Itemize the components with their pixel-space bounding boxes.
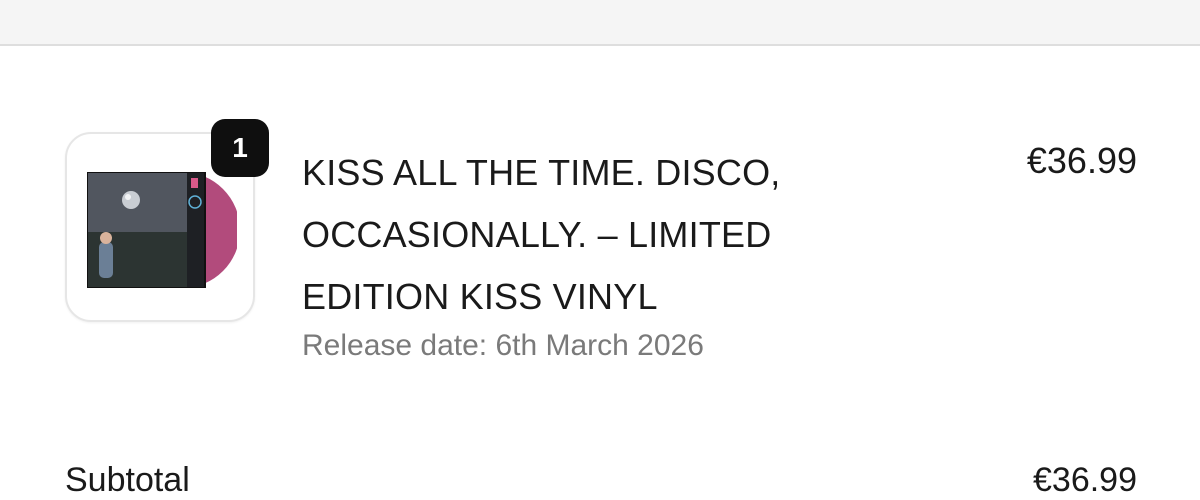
subtotal-label: Subtotal (65, 461, 190, 499)
vinyl-album-cover-image (87, 172, 237, 288)
item-price: €36.99 (1026, 140, 1137, 181)
subtotal-value: €36.99 (1033, 461, 1137, 499)
disco-ball-icon (122, 191, 140, 209)
person-figure (99, 242, 113, 278)
product-title[interactable]: KISS ALL THE TIME. DISCO, OCCASIONALLY. … (302, 142, 902, 328)
album-side-strip (187, 172, 205, 288)
product-title-line-3: EDITION KISS VINYL (302, 276, 658, 317)
release-date: Release date: 6th March 2026 (302, 329, 704, 362)
product-title-line-1: KISS ALL THE TIME. DISCO, (302, 152, 781, 193)
product-title-line-2: OCCASIONALLY. – LIMITED (302, 214, 772, 255)
cart-line-item: 1 KISS ALL THE TIME. DISCO, OCCASIONALLY… (0, 46, 1200, 406)
header-bar (0, 0, 1200, 46)
quantity-badge: 1 (211, 119, 269, 177)
